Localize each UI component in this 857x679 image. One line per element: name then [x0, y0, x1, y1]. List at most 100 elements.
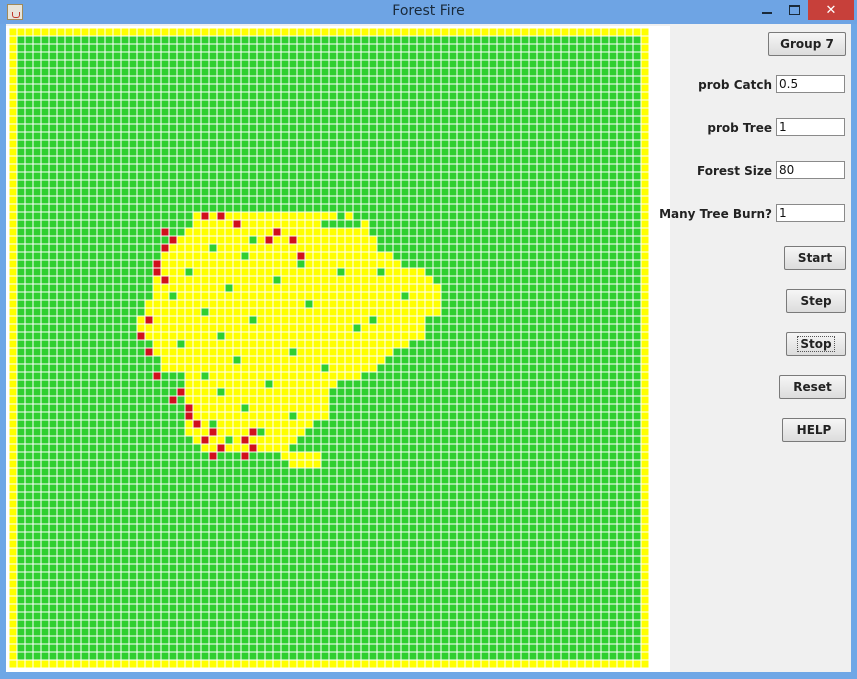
- tree-cell: [145, 204, 153, 212]
- tree-cell: [513, 236, 521, 244]
- tree-cell: [433, 516, 441, 524]
- tree-cell: [457, 316, 465, 324]
- tree-cell: [105, 180, 113, 188]
- tree-cell: [65, 124, 73, 132]
- tree-cell: [417, 388, 425, 396]
- tree-cell: [49, 52, 57, 60]
- empty-cell: [641, 340, 649, 348]
- tree-cell: [593, 292, 601, 300]
- tree-cell: [553, 372, 561, 380]
- empty-cell: [169, 252, 177, 260]
- minimize-button[interactable]: [752, 0, 782, 20]
- tree-cell: [65, 300, 73, 308]
- tree-cell: [521, 244, 529, 252]
- empty-cell: [193, 244, 201, 252]
- tree-cell: [441, 500, 449, 508]
- tree-cell: [473, 324, 481, 332]
- empty-cell: [201, 428, 209, 436]
- tree-cell: [73, 252, 81, 260]
- empty-cell: [273, 412, 281, 420]
- tree-cell: [89, 452, 97, 460]
- tree-cell: [569, 252, 577, 260]
- tree-cell: [225, 68, 233, 76]
- tree-cell: [73, 60, 81, 68]
- tree-cell: [513, 212, 521, 220]
- empty-cell: [305, 284, 313, 292]
- tree-cell: [601, 468, 609, 476]
- tree-cell: [17, 524, 25, 532]
- tree-cell: [441, 284, 449, 292]
- tree-cell: [465, 396, 473, 404]
- tree-cell: [593, 340, 601, 348]
- tree-cell: [521, 228, 529, 236]
- tree-cell: [81, 452, 89, 460]
- tree-cell: [417, 132, 425, 140]
- tree-cell: [41, 244, 49, 252]
- empty-cell: [225, 404, 233, 412]
- tree-cell: [257, 116, 265, 124]
- tree-cell: [185, 268, 193, 276]
- tree-cell: [57, 252, 65, 260]
- empty-cell: [369, 324, 377, 332]
- tree-cell: [57, 468, 65, 476]
- tree-cell: [177, 108, 185, 116]
- empty-cell: [161, 340, 169, 348]
- tree-cell: [65, 244, 73, 252]
- tree-cell: [265, 108, 273, 116]
- tree-cell: [617, 428, 625, 436]
- empty-cell: [201, 396, 209, 404]
- empty-cell: [161, 284, 169, 292]
- tree-cell: [233, 476, 241, 484]
- tree-cell: [561, 228, 569, 236]
- empty-cell: [185, 428, 193, 436]
- tree-cell: [137, 452, 145, 460]
- tree-cell: [537, 284, 545, 292]
- tree-cell: [185, 100, 193, 108]
- tree-cell: [73, 436, 81, 444]
- tree-cell: [313, 196, 321, 204]
- tree-cell: [41, 84, 49, 92]
- tree-cell: [417, 476, 425, 484]
- tree-cell: [217, 164, 225, 172]
- tree-cell: [625, 108, 633, 116]
- tree-cell: [17, 348, 25, 356]
- forest-grid[interactable]: [9, 28, 649, 668]
- tree-cell: [337, 188, 345, 196]
- maximize-button[interactable]: [781, 0, 808, 20]
- tree-cell: [497, 324, 505, 332]
- tree-cell: [545, 140, 553, 148]
- tree-cell: [569, 476, 577, 484]
- tree-cell: [345, 52, 353, 60]
- tree-cell: [537, 92, 545, 100]
- close-button[interactable]: ✕: [808, 0, 854, 20]
- empty-cell: [161, 300, 169, 308]
- empty-cell: [641, 364, 649, 372]
- tree-cell: [609, 324, 617, 332]
- tree-cell: [25, 420, 33, 428]
- empty-cell: [569, 28, 577, 36]
- empty-cell: [241, 300, 249, 308]
- empty-cell: [265, 372, 273, 380]
- tree-cell: [585, 132, 593, 140]
- empty-cell: [377, 324, 385, 332]
- tree-cell: [225, 476, 233, 484]
- tree-cell: [409, 452, 417, 460]
- empty-cell: [193, 388, 201, 396]
- tree-cell: [169, 420, 177, 428]
- tree-cell: [585, 100, 593, 108]
- empty-cell: [425, 300, 433, 308]
- tree-cell: [25, 436, 33, 444]
- tree-cell: [609, 172, 617, 180]
- empty-cell: [201, 412, 209, 420]
- tree-cell: [537, 180, 545, 188]
- tree-cell: [609, 396, 617, 404]
- tree-cell: [297, 148, 305, 156]
- tree-cell: [425, 428, 433, 436]
- tree-cell: [377, 148, 385, 156]
- tree-cell: [481, 212, 489, 220]
- tree-cell: [513, 348, 521, 356]
- tree-cell: [65, 156, 73, 164]
- empty-cell: [337, 244, 345, 252]
- tree-cell: [41, 268, 49, 276]
- tree-cell: [249, 36, 257, 44]
